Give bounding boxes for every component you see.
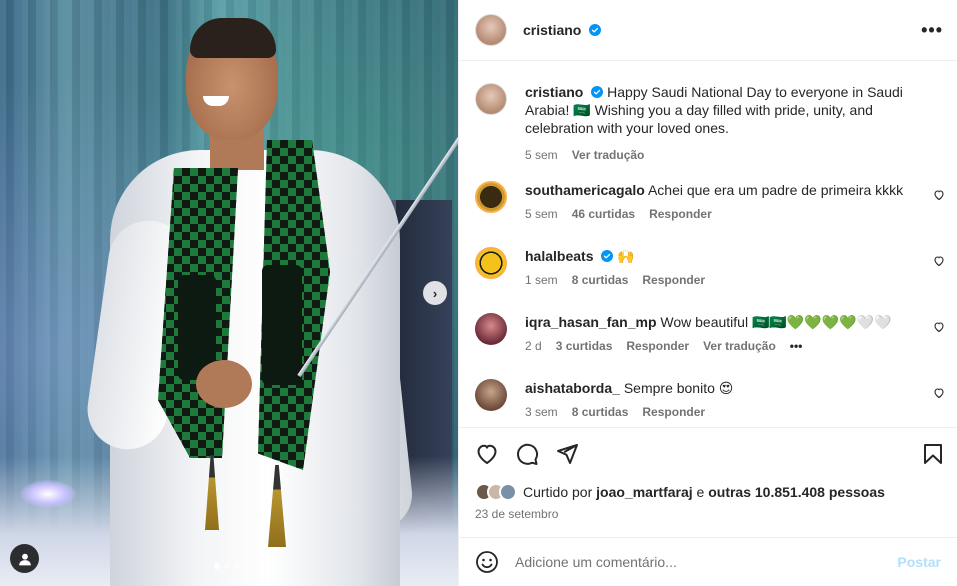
verified-badge-icon [589,24,602,36]
post-sidebar: cristiano ••• cristiano Happy Saudi Nati… [458,0,957,586]
post-button[interactable]: Postar [897,554,941,570]
like-comment-icon[interactable] [933,255,945,267]
comment-likes[interactable]: 46 curtidas [572,207,635,221]
translate-link[interactable]: Ver tradução [572,148,645,162]
comment-text: Achei que era um padre de primeira kkkk [647,182,904,198]
post-header: cristiano ••• [459,0,957,61]
carousel-dot [224,563,230,569]
reply-button[interactable]: Responder [649,207,712,221]
comment-username[interactable]: halalbeats [525,248,593,264]
comments-list[interactable]: cristiano Happy Saudi National Day to ev… [459,62,957,427]
avatar[interactable] [475,14,507,46]
verified-badge-icon [601,250,614,262]
share-icon[interactable] [555,442,579,466]
save-icon[interactable] [921,442,945,466]
comment-time[interactable]: 1 sem [525,273,558,287]
like-comment-icon[interactable] [933,387,945,399]
comment-time[interactable]: 5 sem [525,207,558,221]
like-icon[interactable] [475,442,499,466]
avatar[interactable] [475,379,507,411]
post-actions: Curtido por joao_martfaraj e outras 10.8… [459,427,957,521]
reply-button[interactable]: Responder [642,273,705,287]
carousel-indicator [214,563,240,569]
comment-username[interactable]: southamericagalo [525,182,645,198]
comment-icon[interactable] [515,442,539,466]
likes-prefix: Curtido por [523,484,593,500]
caption-time[interactable]: 5 sem [525,148,558,162]
avatar[interactable] [475,181,507,213]
comment-time[interactable]: 3 sem [525,405,558,419]
liked-by-user[interactable]: joao_martfaraj [596,484,692,500]
verified-badge-icon [591,86,604,98]
post-date[interactable]: 23 de setembro [475,507,558,521]
carousel-next-button[interactable]: › [423,281,447,305]
like-comment-icon[interactable] [933,321,945,333]
comment-text: Sempre bonito 😍 [623,380,734,396]
user-icon [18,553,31,565]
emoji-icon[interactable] [475,550,499,574]
like-comment-icon[interactable] [933,189,945,201]
avatar[interactable] [475,247,507,279]
comment-text: Wow beautiful 🇸🇦🇸🇦💚💚💚💚🤍🤍 [660,314,892,330]
add-comment-bar: Postar [459,537,957,586]
avatar[interactable] [475,83,507,115]
likes-count[interactable]: outras 10.851.408 pessoas [708,484,885,500]
caption-username[interactable]: cristiano [525,84,583,100]
carousel-dot [214,563,220,569]
avatar [499,483,517,501]
post-dialog: › cristiano ••• cristiano Happy Saudi Na… [0,0,957,586]
comment-username[interactable]: aishataborda_ [525,380,620,396]
likes-summary: Curtido por joao_martfaraj e outras 10.8… [475,483,885,501]
person-photo [0,0,458,586]
tagged-users-button[interactable] [10,544,39,573]
post-media[interactable]: › [0,0,458,586]
comment-username[interactable]: iqra_hasan_fan_mp [525,314,657,330]
comment-input[interactable] [515,554,898,570]
caption: cristiano Happy Saudi National Day to ev… [475,83,945,162]
comment-more-button[interactable]: ••• [790,339,803,353]
translate-link[interactable]: Ver tradução [703,339,776,353]
comment-likes[interactable]: 8 curtidas [572,405,629,419]
comment-likes[interactable]: 3 curtidas [556,339,613,353]
carousel-dot [234,563,240,569]
comment-item: iqra_hasan_fan_mp Wow beautiful 🇸🇦🇸🇦💚💚💚💚… [475,313,945,353]
comment-likes[interactable]: 8 curtidas [572,273,629,287]
reply-button[interactable]: Responder [642,405,705,419]
comment-text: 🙌 [617,248,635,264]
header-username[interactable]: cristiano [523,22,602,38]
more-options-button[interactable]: ••• [921,20,943,41]
comment-item: aishataborda_ Sempre bonito 😍 3 sem 8 cu… [475,379,945,419]
comment-item: halalbeats 🙌 1 sem 8 curtidas Responder [475,247,945,287]
comment-time[interactable]: 2 d [525,339,542,353]
reply-button[interactable]: Responder [626,339,689,353]
comment-item: southamericagalo Achei que era um padre … [475,181,945,221]
avatar[interactable] [475,313,507,345]
chevron-right-icon: › [432,285,438,301]
likes-middle: e [696,484,705,500]
